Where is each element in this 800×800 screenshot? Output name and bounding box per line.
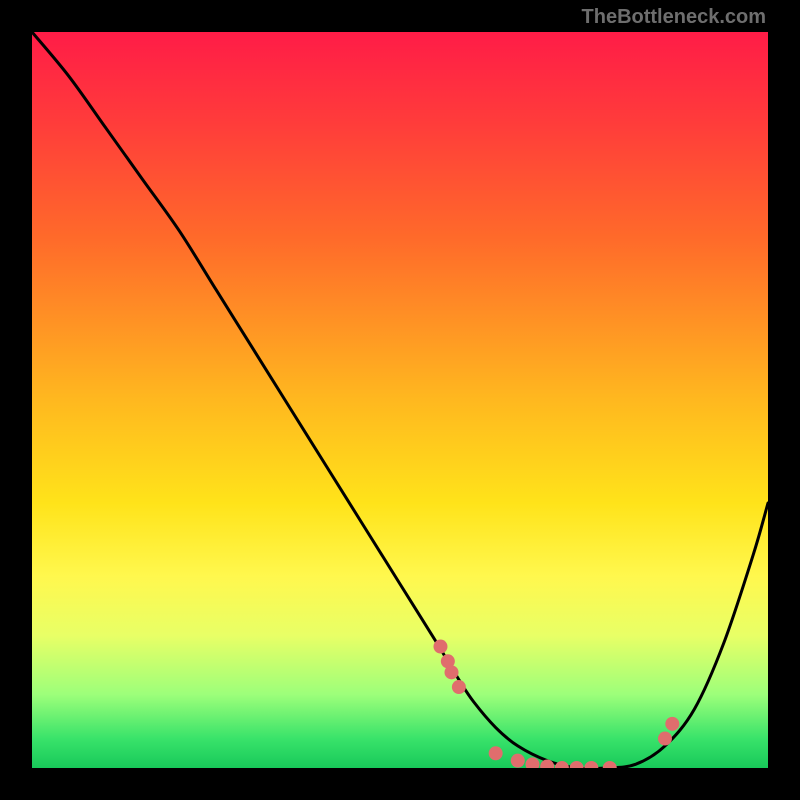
data-marker (570, 761, 584, 768)
data-marker (452, 680, 466, 694)
chart-svg (32, 32, 768, 768)
data-marker (433, 640, 447, 654)
data-marker (665, 717, 679, 731)
data-marker (511, 754, 525, 768)
data-marker (445, 665, 459, 679)
marker-group (433, 640, 679, 768)
chart-stage: TheBottleneck.com (0, 0, 800, 800)
data-marker (584, 761, 598, 768)
data-marker (489, 746, 503, 760)
data-marker (555, 761, 569, 768)
data-marker (603, 761, 617, 768)
data-marker (525, 757, 539, 768)
plot-area (32, 32, 768, 768)
data-marker (658, 732, 672, 746)
curve-line (32, 32, 768, 768)
attribution-text: TheBottleneck.com (582, 6, 766, 29)
